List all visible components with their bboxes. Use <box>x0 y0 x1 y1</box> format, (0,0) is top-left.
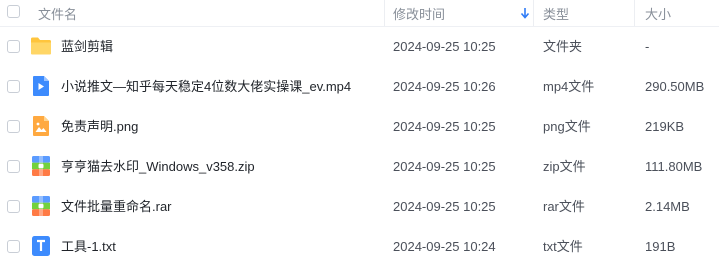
column-header-name-label: 文件名 <box>38 6 78 22</box>
column-header-size-label: 大小 <box>645 6 672 22</box>
column-header-name[interactable]: 文件名 <box>38 0 77 26</box>
file-name[interactable]: 文件批量重命名.rar <box>61 187 172 227</box>
arrow-down-icon[interactable] <box>520 4 530 20</box>
column-divider[interactable] <box>533 0 534 26</box>
file-modified-time: 2024-09-25 10:25 <box>393 199 496 214</box>
row-checkbox[interactable] <box>7 80 20 93</box>
file-modified-time: 2024-09-25 10:25 <box>393 119 496 134</box>
file-modified-time: 2024-09-25 10:25 <box>393 159 496 174</box>
row-checkbox[interactable] <box>7 160 20 173</box>
column-header-time[interactable]: 修改时间 <box>393 0 445 26</box>
file-type: zip文件 <box>543 159 586 174</box>
video-file-icon <box>33 76 49 96</box>
file-row[interactable]: 免责声明.png 2024-09-25 10:25 png文件 219KB <box>0 107 719 147</box>
file-name[interactable]: 工具-1.txt <box>61 227 116 267</box>
row-checkbox[interactable] <box>7 120 20 133</box>
archive-file-icon <box>32 196 50 216</box>
file-list-header: 文件名 修改时间 类型 大小 <box>0 0 719 27</box>
file-type: png文件 <box>543 119 591 134</box>
file-row[interactable]: 小说推文—知乎每天稳定4位数大佬实操课_ev.mp4 2024-09-25 10… <box>0 67 719 107</box>
file-size: 111.80MB <box>645 159 703 174</box>
file-name[interactable]: 亨亨猫去水印_Windows_v358.zip <box>61 147 255 187</box>
text-file-icon <box>32 236 50 256</box>
file-name[interactable]: 免责声明.png <box>61 107 138 147</box>
file-row[interactable]: 工具-1.txt 2024-09-25 10:24 txt文件 191B <box>0 227 719 267</box>
file-size: 2.14MB <box>645 199 690 214</box>
file-row[interactable]: 文件批量重命名.rar 2024-09-25 10:25 rar文件 2.14M… <box>0 187 719 227</box>
select-all-checkbox[interactable] <box>7 5 20 18</box>
file-modified-time: 2024-09-25 10:25 <box>393 39 496 54</box>
file-size: 290.50MB <box>645 79 705 94</box>
file-name[interactable]: 蓝剑剪辑 <box>61 27 113 67</box>
file-type: rar文件 <box>543 199 585 214</box>
row-checkbox[interactable] <box>7 200 20 213</box>
file-type: txt文件 <box>543 239 583 254</box>
file-modified-time: 2024-09-25 10:24 <box>393 239 496 254</box>
row-checkbox[interactable] <box>7 40 20 53</box>
row-checkbox[interactable] <box>7 240 20 253</box>
file-name[interactable]: 小说推文—知乎每天稳定4位数大佬实操课_ev.mp4 <box>61 67 351 107</box>
column-divider[interactable] <box>384 0 385 26</box>
file-row[interactable]: 蓝剑剪辑 2024-09-25 10:25 文件夹 - <box>0 27 719 67</box>
image-file-icon <box>33 116 49 136</box>
column-header-type[interactable]: 类型 <box>543 0 569 26</box>
file-type: 文件夹 <box>543 39 583 54</box>
file-modified-time: 2024-09-25 10:26 <box>393 79 496 94</box>
file-row[interactable]: 亨亨猫去水印_Windows_v358.zip 2024-09-25 10:25… <box>0 147 719 187</box>
column-header-type-label: 类型 <box>543 6 570 22</box>
archive-file-icon <box>32 156 50 176</box>
folder-icon <box>31 37 51 55</box>
file-size: 219KB <box>645 119 685 134</box>
file-size: - <box>645 39 650 54</box>
column-header-size[interactable]: 大小 <box>645 0 671 26</box>
column-header-time-label: 修改时间 <box>393 6 446 22</box>
column-divider[interactable] <box>634 0 635 26</box>
file-type: mp4文件 <box>543 79 595 94</box>
file-size: 191B <box>645 239 676 254</box>
